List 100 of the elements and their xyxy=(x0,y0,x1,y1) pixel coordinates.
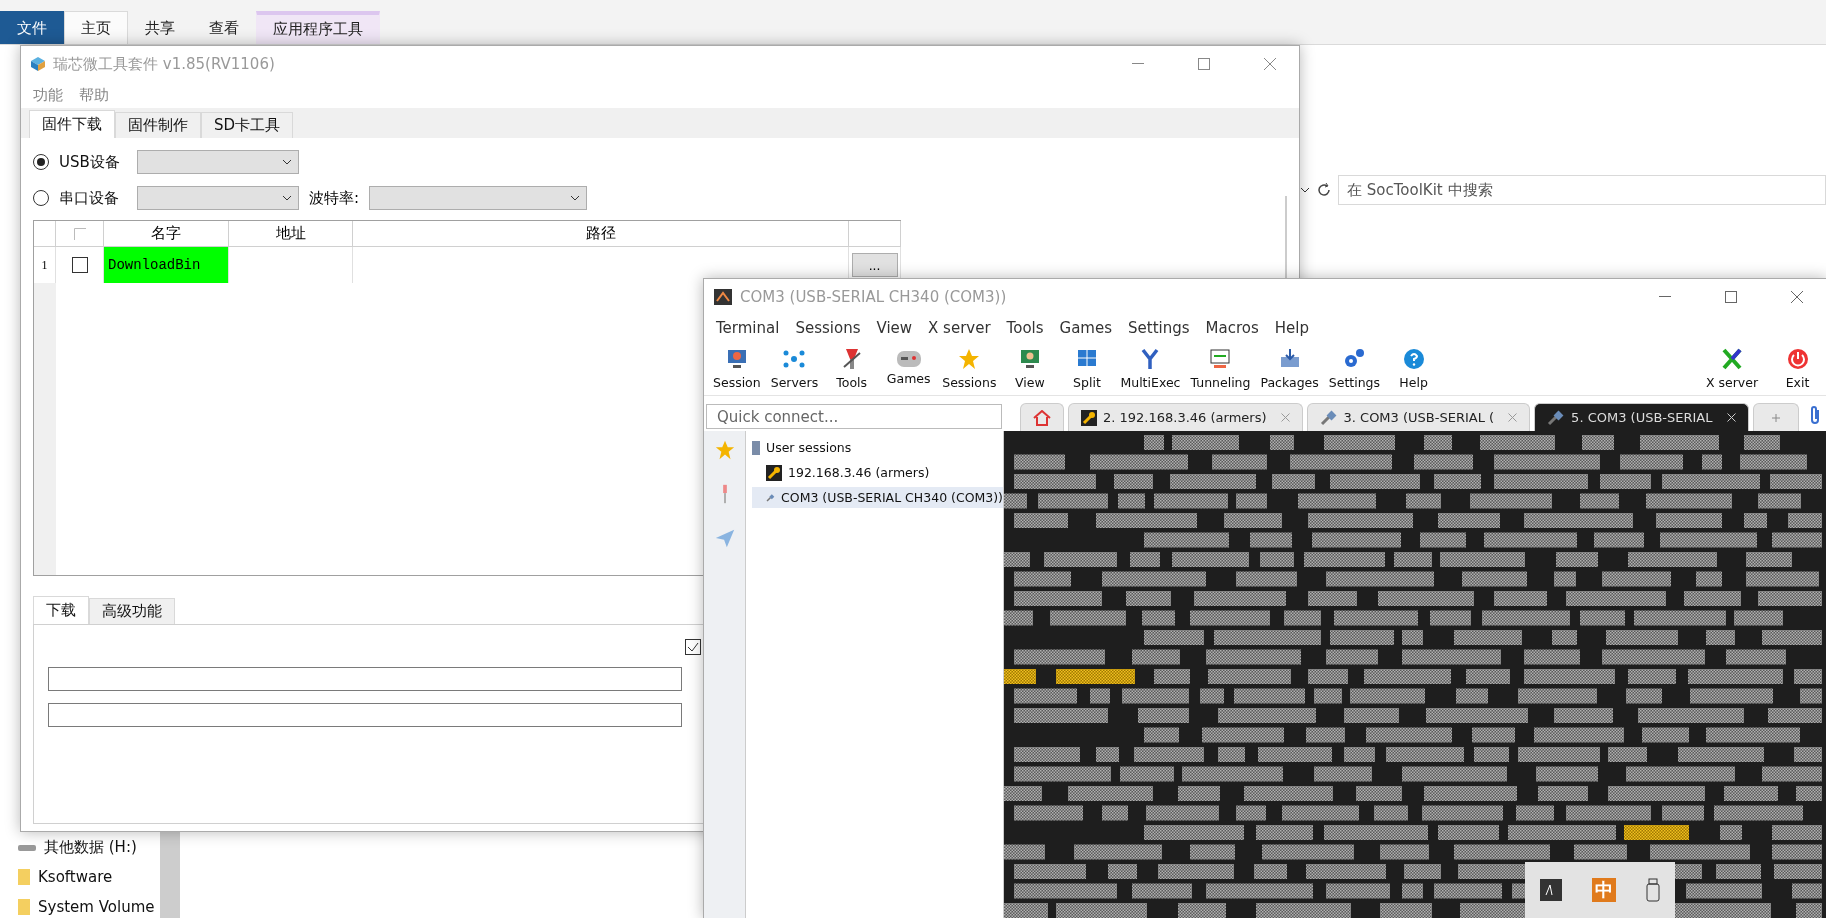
menu-item[interactable]: 功能 xyxy=(27,85,69,105)
toolbar-button[interactable]: Help xyxy=(1385,341,1443,395)
plug-icon xyxy=(1319,409,1338,426)
nav-item-label[interactable]: System Volume xyxy=(38,898,155,916)
app-cube-icon xyxy=(31,57,45,71)
star-icon[interactable] xyxy=(713,439,736,461)
plus-icon xyxy=(1771,413,1780,422)
toolbar-button[interactable]: Split xyxy=(1058,341,1116,395)
session-tab[interactable]: 5. COM3 (USB-SERIAL xyxy=(1534,403,1749,431)
folder-icon xyxy=(18,869,30,885)
menu-item[interactable]: Tools xyxy=(1000,319,1050,337)
toolbar-button[interactable]: MultiExec xyxy=(1115,341,1186,395)
name-cell: DownloadBin xyxy=(104,247,229,283)
close-icon xyxy=(1264,58,1276,70)
screwdriver-icon xyxy=(841,346,862,371)
help-icon xyxy=(1401,346,1426,371)
paperclip-icon[interactable] xyxy=(1808,405,1822,425)
new-tab-button[interactable] xyxy=(1752,403,1799,431)
pen-tablet-icon[interactable] xyxy=(1540,879,1562,901)
menu-item[interactable]: View xyxy=(870,319,919,337)
tree-item[interactable]: COM3 (USB-SERIAL CH340 (COM3)) xyxy=(752,487,1003,508)
toolbar-button[interactable]: Session xyxy=(708,341,766,395)
window-title: COM3 (USB-SERIAL CH340 (COM3)) xyxy=(740,288,1008,306)
tree-item[interactable]: User sessions xyxy=(766,440,852,455)
chevron-down-icon xyxy=(282,195,292,201)
home-tab[interactable] xyxy=(1020,403,1064,431)
menu-item[interactable]: Sessions xyxy=(789,319,867,337)
session-tab[interactable]: 3. COM3 (USB-SERIAL ( xyxy=(1306,403,1531,431)
radio-label: USB设备 xyxy=(59,152,121,172)
option-checkbox[interactable] xyxy=(685,639,701,655)
toolbar-button[interactable]: Packages xyxy=(1255,341,1324,395)
wrench-icon xyxy=(766,464,782,481)
menu-item[interactable]: 帮助 xyxy=(73,85,115,105)
baud-rate-dropdown[interactable] xyxy=(369,186,588,210)
close-tab-icon[interactable] xyxy=(1726,413,1736,422)
app-logo-icon xyxy=(714,289,732,305)
minimize-icon xyxy=(1659,296,1671,298)
input-field[interactable] xyxy=(48,703,682,727)
power-icon xyxy=(1785,346,1810,371)
tab[interactable]: 下载 xyxy=(33,596,89,624)
chevron-down-icon xyxy=(570,195,581,201)
maximize-icon xyxy=(1725,291,1737,303)
window-title: 瑞芯微工具套件 v1.85(RV1106) xyxy=(53,54,276,74)
ribbon-tab[interactable]: 共享 xyxy=(128,11,192,44)
x-logo-icon xyxy=(1720,346,1744,371)
ribbon-tab[interactable]: 应用程序工具 xyxy=(256,11,380,44)
toolbar-button[interactable]: Sessions xyxy=(937,341,1002,395)
column-header: 地址 xyxy=(229,221,353,247)
ribbon-tab[interactable]: 主页 xyxy=(64,11,128,44)
folder-icon xyxy=(18,899,30,915)
plug-icon xyxy=(1547,409,1566,426)
device-dropdown[interactable] xyxy=(137,150,299,174)
header-checkbox-icon[interactable] xyxy=(73,227,86,240)
input-field[interactable] xyxy=(48,667,682,691)
search-field[interactable]: 在 SocToolKit 中搜索 xyxy=(1338,175,1826,205)
menu-item[interactable]: Macros xyxy=(1199,319,1265,337)
toolbar-button[interactable]: Tools xyxy=(823,341,881,395)
browse-button[interactable]: ... xyxy=(851,253,898,277)
toolbar-button[interactable]: Games xyxy=(880,341,938,395)
minimize-icon xyxy=(1132,63,1144,65)
session-tab[interactable]: 2. 192.168.3.46 (armers) xyxy=(1068,403,1303,431)
row-checkbox[interactable] xyxy=(71,257,88,273)
menu-item[interactable]: Help xyxy=(1268,319,1315,337)
nav-item-label[interactable]: Ksoftware xyxy=(38,868,113,886)
column-header: 名字 xyxy=(104,221,229,247)
home-icon xyxy=(1033,409,1051,426)
tab[interactable]: 固件制作 xyxy=(115,112,201,138)
gamepad-icon xyxy=(896,350,921,367)
chevron-down-icon xyxy=(282,159,292,165)
usb-drive-icon[interactable] xyxy=(1646,878,1660,902)
tree-item[interactable]: 192.168.3.46 (armers) xyxy=(752,462,1003,483)
quick-connect-field[interactable]: Quick connect... xyxy=(706,404,1002,429)
menu-item[interactable]: Games xyxy=(1053,319,1119,337)
column-header: 路径 xyxy=(353,221,849,247)
radio-label: 串口设备 xyxy=(59,188,120,208)
drive-icon xyxy=(18,842,36,852)
ribbon-tab[interactable]: 查看 xyxy=(192,11,256,44)
refresh-icon[interactable] xyxy=(1316,182,1332,198)
close-icon xyxy=(1791,291,1803,303)
ribbon-tab[interactable]: 文件 xyxy=(0,11,64,44)
toolbar-button[interactable]: View xyxy=(1001,341,1059,395)
toolbar-button[interactable]: Exit xyxy=(1769,341,1826,395)
menu-item[interactable]: X server xyxy=(922,319,997,337)
menu-item[interactable]: Terminal xyxy=(710,319,786,337)
menu-item[interactable]: Settings xyxy=(1122,319,1196,337)
chevron-down-icon xyxy=(1300,187,1310,193)
toolbar-button[interactable]: X server xyxy=(1695,341,1769,395)
toolbar-button[interactable]: Tunneling xyxy=(1185,341,1256,395)
wrench-icon xyxy=(1081,409,1097,426)
baud-rate-label: 波特率: xyxy=(309,188,360,208)
device-dropdown[interactable] xyxy=(137,186,299,210)
tab[interactable]: 高级功能 xyxy=(89,598,175,624)
toolbar-button[interactable]: Settings xyxy=(1323,341,1386,395)
tab[interactable]: 固件下载 xyxy=(29,110,115,138)
maximize-icon xyxy=(1198,58,1210,70)
tab[interactable]: SD卡工具 xyxy=(201,112,294,138)
scrollbar[interactable] xyxy=(160,830,180,918)
monitor-arrows-icon xyxy=(1208,346,1233,371)
nav-item-label[interactable]: 其他数据 (H:) xyxy=(44,837,137,857)
toolbar-button[interactable]: Servers xyxy=(765,341,824,395)
